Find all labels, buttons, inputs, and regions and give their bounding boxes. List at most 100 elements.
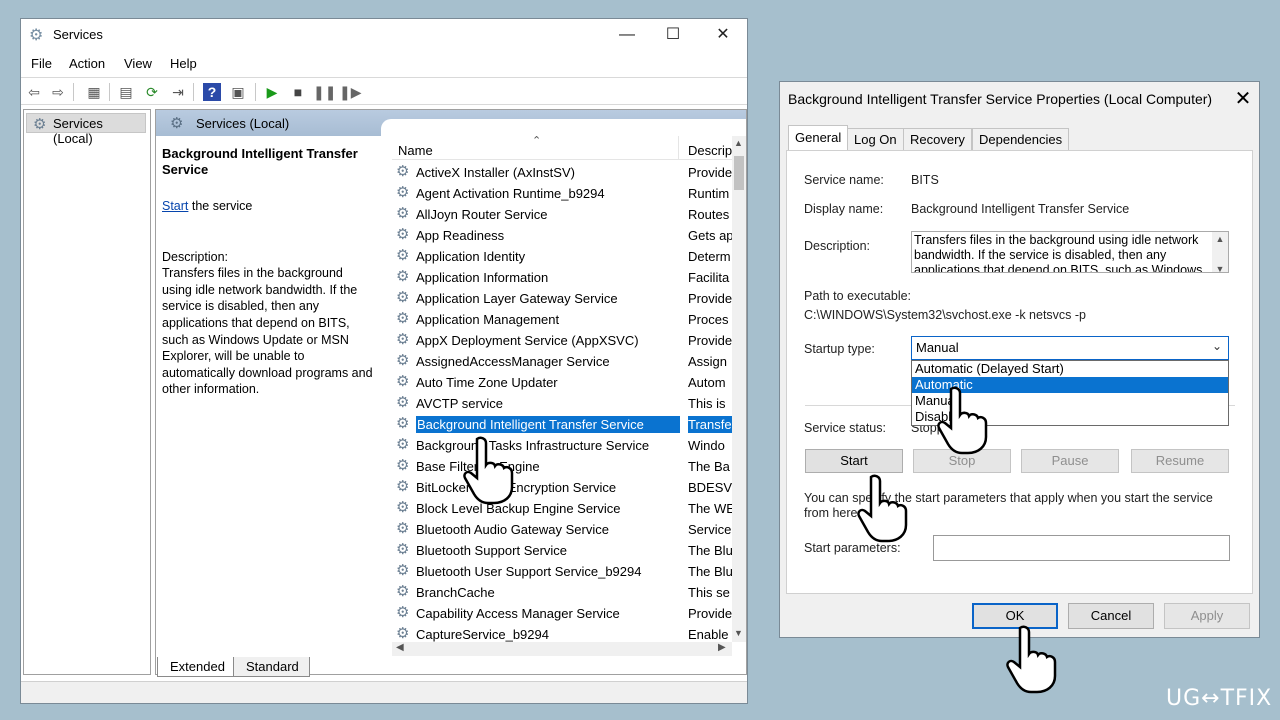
- scroll-left-icon[interactable]: ◀: [396, 642, 404, 653]
- menu-help[interactable]: Help: [170, 56, 197, 71]
- start-service-icon[interactable]: ▶: [263, 83, 281, 101]
- start-service-link[interactable]: Start: [162, 199, 188, 213]
- gear-icon: ⚙: [396, 583, 410, 600]
- option-automatic-delayed[interactable]: Automatic (Delayed Start): [912, 361, 1228, 377]
- back-arrow-icon[interactable]: ⇦: [25, 83, 43, 101]
- table-row[interactable]: ⚙ Agent Activation Runtime_b9294 Runtim: [392, 183, 732, 204]
- gear-icon: ⚙: [170, 115, 184, 132]
- tab-log-on[interactable]: Log On: [847, 128, 904, 150]
- description-label: Description:: [804, 239, 870, 253]
- scroll-thumb[interactable]: [734, 156, 744, 190]
- chevron-down-icon: ⌄: [1211, 339, 1222, 353]
- service-description-cell: The WE: [688, 501, 732, 516]
- column-header-name[interactable]: Name: [398, 143, 433, 158]
- window-title: Services: [53, 27, 103, 42]
- table-row[interactable]: ⚙ App Readiness Gets ap: [392, 225, 732, 246]
- detail-title: Background Intelligent Transfer Service: [162, 146, 358, 177]
- properties-dialog: Background Intelligent Transfer Service …: [779, 81, 1260, 638]
- gear-icon: ⚙: [396, 562, 410, 579]
- table-row[interactable]: ⚙ Background Tasks Infrastructure Service…: [392, 435, 732, 456]
- gear-icon: ⚙: [396, 625, 410, 642]
- service-name-label: Service name:: [804, 173, 884, 187]
- service-name-cell: AssignedAccessManager Service: [416, 354, 610, 369]
- pointer-hand-icon: [857, 474, 908, 543]
- horizontal-scrollbar[interactable]: ◀ ▶: [392, 642, 732, 656]
- show-hide-tree-icon[interactable]: ▦: [85, 83, 103, 101]
- table-row[interactable]: ⚙ AppX Deployment Service (AppXSVC) Provid…: [392, 330, 732, 351]
- tab-general[interactable]: General: [788, 125, 849, 151]
- table-row[interactable]: ⚙ BitLocker Drive Encryption Service BDESV: [392, 477, 732, 498]
- vertical-scrollbar[interactable]: ▲ ▼: [732, 136, 746, 642]
- status-bar: [21, 681, 747, 703]
- table-row[interactable]: ⚙ Application Management Proces: [392, 309, 732, 330]
- menu-view[interactable]: View: [124, 56, 152, 71]
- pause-service-icon[interactable]: ❚❚: [313, 83, 336, 101]
- table-row[interactable]: ⚙ AllJoyn Router Service Routes: [392, 204, 732, 225]
- scroll-right-icon[interactable]: ▶: [718, 642, 726, 653]
- gear-icon: ⚙: [396, 499, 410, 516]
- tab-recovery[interactable]: Recovery: [903, 128, 972, 150]
- table-row[interactable]: ⚙ Block Level Backup Engine Service The WE: [392, 498, 732, 519]
- startup-type-select[interactable]: Manual ⌄: [911, 336, 1229, 360]
- start-parameters-input[interactable]: [933, 535, 1230, 561]
- table-row[interactable]: ⚙ Background Intelligent Transfer Service…: [392, 414, 732, 435]
- export-list-icon[interactable]: ⇥: [169, 83, 187, 101]
- tab-extended[interactable]: Extended: [157, 657, 236, 677]
- menu-bar: File Action View Help: [21, 53, 747, 75]
- service-name-cell: Application Layer Gateway Service: [416, 291, 618, 306]
- table-row[interactable]: ⚙ Capability Access Manager Service Provid…: [392, 603, 732, 624]
- service-name-cell: Capability Access Manager Service: [416, 606, 620, 621]
- service-name-cell: App Readiness: [416, 228, 505, 243]
- watermark-logo: UG↔TFIX: [1166, 686, 1273, 711]
- menu-file[interactable]: File: [31, 56, 52, 71]
- apply-button[interactable]: Apply: [1164, 603, 1250, 629]
- table-row[interactable]: ⚙ Bluetooth Audio Gateway Service Service: [392, 519, 732, 540]
- menu-action[interactable]: Action: [69, 56, 105, 71]
- tab-standard[interactable]: Standard: [233, 657, 310, 677]
- pane-header-label: Services (Local): [196, 116, 290, 131]
- maximize-button[interactable]: ☐: [651, 23, 695, 47]
- scroll-down-icon[interactable]: ▼: [734, 628, 743, 638]
- service-name-cell: Base Filtering Engine: [416, 459, 540, 474]
- stop-service-icon[interactable]: ■: [289, 83, 307, 101]
- dialog-close-button[interactable]: ✕: [1230, 86, 1256, 112]
- table-row[interactable]: ⚙ Application Layer Gateway Service Provid…: [392, 288, 732, 309]
- minimize-button[interactable]: —: [605, 23, 649, 47]
- table-row[interactable]: ⚙ AVCTP service This is: [392, 393, 732, 414]
- help-icon[interactable]: ?: [203, 83, 221, 101]
- gear-icon: ⚙: [396, 331, 410, 348]
- table-row[interactable]: ⚙ ActiveX Installer (AxInstSV) Provide: [392, 162, 732, 183]
- table-row[interactable]: ⚙ Auto Time Zone Updater Autom: [392, 372, 732, 393]
- service-description-cell: Windo: [688, 438, 725, 453]
- table-row[interactable]: ⚙ Base Filtering Engine The Ba: [392, 456, 732, 477]
- start-button[interactable]: Start: [805, 449, 903, 473]
- console-tree: ⚙ Services (Local): [23, 109, 151, 675]
- scroll-up-icon[interactable]: ▲: [734, 138, 743, 148]
- table-row[interactable]: ⚙ BranchCache This se: [392, 582, 732, 603]
- resume-button[interactable]: Resume: [1131, 449, 1229, 473]
- close-button[interactable]: ✕: [701, 23, 745, 47]
- tab-dependencies[interactable]: Dependencies: [972, 128, 1070, 150]
- service-description-cell: Assign: [688, 354, 728, 369]
- console-view-icon[interactable]: ▣: [229, 83, 247, 101]
- service-detail-panel: Background Intelligent Transfer Service …: [162, 146, 376, 398]
- table-row[interactable]: ⚙ AssignedAccessManager Service Assign: [392, 351, 732, 372]
- table-row[interactable]: ⚙ Application Information Facilita: [392, 267, 732, 288]
- description-scrollbar[interactable]: ▲ ▼: [1212, 232, 1228, 272]
- tree-item-services-local[interactable]: ⚙ Services (Local): [26, 113, 146, 146]
- refresh-icon[interactable]: ⟳: [143, 83, 161, 101]
- description-textbox[interactable]: Transfers files in the background using …: [911, 231, 1229, 273]
- service-name-cell: CaptureService_b9294: [416, 627, 549, 642]
- table-row[interactable]: ⚙ Bluetooth Support Service The Blu: [392, 540, 732, 561]
- content-pane: ⚙ Services (Local) Background Intelligen…: [155, 109, 747, 675]
- forward-arrow-icon[interactable]: ⇨: [49, 83, 67, 101]
- restart-service-icon[interactable]: ❚▶: [339, 83, 362, 101]
- pause-button[interactable]: Pause: [1021, 449, 1119, 473]
- cancel-button[interactable]: Cancel: [1068, 603, 1154, 629]
- toolbar: ⇦ ⇨ ▦ ▤ ⟳ ⇥ ? ▣ ▶ ■ ❚❚ ❚▶: [21, 77, 747, 105]
- table-row[interactable]: ⚙ Bluetooth User Support Service_b9294 The…: [392, 561, 732, 582]
- properties-icon[interactable]: ▤: [117, 83, 135, 101]
- service-name-cell: AVCTP service: [416, 396, 503, 411]
- column-header-description[interactable]: Descrip: [688, 143, 732, 158]
- table-row[interactable]: ⚙ Application Identity Determ: [392, 246, 732, 267]
